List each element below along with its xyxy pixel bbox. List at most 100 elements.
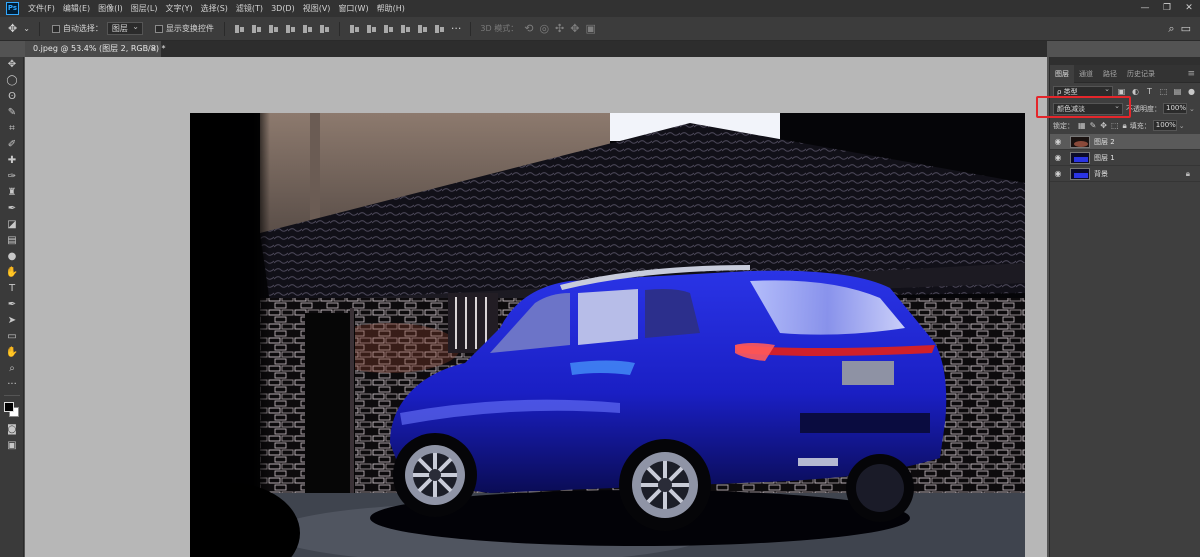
menu-view[interactable]: 视图(V) bbox=[303, 3, 331, 14]
menu-layer[interactable]: 图层(L) bbox=[131, 3, 158, 14]
lock-artboard-icon[interactable]: ⬚ bbox=[1111, 121, 1119, 130]
menu-edit[interactable]: 编辑(E) bbox=[63, 3, 90, 14]
layer-name[interactable]: 图层 2 bbox=[1094, 137, 1115, 147]
healing-brush-tool-icon[interactable]: ✚ bbox=[0, 153, 24, 169]
chevron-down-icon[interactable]: ⌄ bbox=[23, 17, 30, 41]
align-vertical-center-icon[interactable] bbox=[251, 24, 262, 34]
align-right-icon[interactable] bbox=[319, 24, 330, 34]
blur-tool-icon[interactable]: ● bbox=[0, 249, 24, 265]
minimize-button[interactable]: — bbox=[1134, 0, 1156, 17]
visibility-eye-icon[interactable]: ◉ bbox=[1050, 153, 1066, 162]
tools-panel: ✥ ◯ ʘ ✎ ⌗ ✐ ✚ ✑ ♜ ✒ ◪ ▤ ● ✋ T ✒ ➤ ▭ ✋ ⌕ … bbox=[0, 57, 24, 557]
menu-3d[interactable]: 3D(D) bbox=[271, 4, 295, 13]
more-tools-icon[interactable]: ··· bbox=[0, 377, 24, 393]
menu-file[interactable]: 文件(F) bbox=[28, 3, 55, 14]
menu-filter[interactable]: 滤镜(T) bbox=[236, 3, 263, 14]
color-swatches[interactable] bbox=[0, 398, 24, 422]
tab-paths[interactable]: 路径 bbox=[1098, 65, 1122, 83]
layer-row[interactable]: ◉ 图层 2 bbox=[1050, 134, 1200, 150]
layer-row[interactable]: ◉ 图层 1 bbox=[1050, 150, 1200, 166]
menu-window[interactable]: 窗口(W) bbox=[338, 3, 368, 14]
lock-position-icon[interactable]: ✥ bbox=[1100, 121, 1107, 130]
filter-toggle-icon[interactable]: ● bbox=[1186, 86, 1197, 97]
document-image[interactable] bbox=[190, 113, 1025, 557]
type-tool-icon[interactable]: T bbox=[0, 281, 24, 297]
lock-image-icon[interactable]: ✎ bbox=[1090, 121, 1097, 130]
filter-type-icon[interactable]: T bbox=[1144, 86, 1155, 97]
distribute-right-icon[interactable] bbox=[434, 24, 445, 34]
eyedropper-tool-icon[interactable]: ✐ bbox=[0, 137, 24, 153]
zoom-tool-icon[interactable]: ⌕ bbox=[0, 361, 24, 377]
restore-button[interactable]: ❐ bbox=[1156, 0, 1178, 17]
clone-stamp-tool-icon[interactable]: ♜ bbox=[0, 185, 24, 201]
layer-row[interactable]: ◉ 背景 🔒︎ bbox=[1050, 166, 1200, 182]
foreground-color-swatch[interactable] bbox=[4, 402, 14, 412]
distribute-horizontal-center-icon[interactable] bbox=[417, 24, 428, 34]
screen-mode-icon[interactable]: ▣ bbox=[0, 438, 24, 454]
tab-layers[interactable]: 图层 bbox=[1050, 64, 1074, 83]
filter-smart-object-icon[interactable]: ▤ bbox=[1172, 86, 1183, 97]
auto-select-checkbox[interactable] bbox=[51, 24, 60, 33]
panel-menu-icon[interactable]: ≡ bbox=[1187, 69, 1195, 79]
layer-name[interactable]: 图层 1 bbox=[1094, 153, 1115, 163]
lasso-tool-icon[interactable]: ʘ bbox=[0, 89, 24, 105]
tab-channels[interactable]: 通道 bbox=[1074, 65, 1098, 83]
gradient-tool-icon[interactable]: ▤ bbox=[0, 233, 24, 249]
rectangle-tool-icon[interactable]: ▭ bbox=[0, 329, 24, 345]
quick-mask-icon[interactable]: ◙ bbox=[0, 422, 24, 438]
fill-input[interactable]: 100% bbox=[1152, 120, 1177, 131]
visibility-eye-icon[interactable]: ◉ bbox=[1050, 137, 1066, 146]
menu-bar: Ps 文件(F) 编辑(E) 图像(I) 图层(L) 文字(Y) 选择(S) 滤… bbox=[0, 0, 1200, 17]
menu-help[interactable]: 帮助(H) bbox=[377, 3, 405, 14]
path-selection-tool-icon[interactable]: ➤ bbox=[0, 313, 24, 329]
filter-shape-icon[interactable]: ⬚ bbox=[1158, 86, 1169, 97]
distribute-left-icon[interactable] bbox=[400, 24, 411, 34]
distribute-top-icon[interactable] bbox=[349, 24, 360, 34]
workspace-icon[interactable]: ▭ bbox=[1181, 17, 1191, 41]
align-top-icon[interactable] bbox=[234, 24, 245, 34]
opacity-label: 不透明度： bbox=[1126, 104, 1161, 113]
options-right-group: ⌕ ▭ bbox=[1165, 17, 1194, 41]
align-bottom-icon[interactable] bbox=[268, 24, 279, 34]
visibility-eye-icon[interactable]: ◉ bbox=[1050, 169, 1066, 178]
align-horizontal-center-icon[interactable] bbox=[302, 24, 313, 34]
distribute-bottom-icon[interactable] bbox=[383, 24, 394, 34]
quick-selection-tool-icon[interactable]: ✎ bbox=[0, 105, 24, 121]
more-options-icon[interactable]: ··· bbox=[451, 17, 462, 41]
canvas-area[interactable] bbox=[25, 57, 1047, 557]
chevron-down-icon[interactable]: ⌄ bbox=[1179, 122, 1185, 130]
brush-tool-icon[interactable]: ✑ bbox=[0, 169, 24, 185]
filter-pixel-icon[interactable]: ▣ bbox=[1116, 86, 1127, 97]
eraser-tool-icon[interactable]: ◪ bbox=[0, 217, 24, 233]
document-tab-close-icon[interactable]: × bbox=[150, 41, 157, 57]
layer-list: ◉ 图层 2 ◉ 图层 1 ◉ 背景 🔒︎ bbox=[1050, 134, 1200, 182]
layer-filter-dropdown[interactable]: ρ 类型 bbox=[1053, 84, 1113, 98]
lock-transparent-icon[interactable]: ▦ bbox=[1078, 121, 1086, 130]
close-button[interactable]: ✕ bbox=[1178, 0, 1200, 17]
menu-select[interactable]: 选择(S) bbox=[201, 3, 228, 14]
menu-image[interactable]: 图像(I) bbox=[98, 3, 123, 14]
lock-all-icon[interactable]: 🔒︎ bbox=[1123, 121, 1127, 131]
dodge-tool-icon[interactable]: ✋ bbox=[0, 265, 24, 281]
pen-tool-icon[interactable]: ✒ bbox=[0, 297, 24, 313]
tab-history[interactable]: 历史记录 bbox=[1122, 65, 1160, 83]
search-icon[interactable]: ⌕ bbox=[1168, 17, 1174, 41]
auto-select-dropdown[interactable]: 图层 bbox=[106, 21, 143, 35]
show-transform-checkbox[interactable] bbox=[154, 24, 163, 33]
document-tab[interactable]: 0.jpeg @ 53.4% (图层 2, RGB/8) * × bbox=[25, 41, 166, 57]
chevron-down-icon[interactable]: ⌄ bbox=[1189, 105, 1195, 113]
marquee-tool-icon[interactable]: ◯ bbox=[0, 73, 24, 89]
move-tool-preset-icon[interactable]: ✥ bbox=[8, 17, 17, 41]
separator bbox=[38, 21, 40, 36]
distribute-vertical-center-icon[interactable] bbox=[366, 24, 377, 34]
align-left-icon[interactable] bbox=[285, 24, 296, 34]
opacity-input[interactable]: 100% bbox=[1163, 103, 1187, 114]
filter-adjustment-icon[interactable]: ◐ bbox=[1130, 86, 1141, 97]
history-brush-tool-icon[interactable]: ✒ bbox=[0, 201, 24, 217]
crop-tool-icon[interactable]: ⌗ bbox=[0, 121, 24, 137]
move-tool-icon[interactable]: ✥ bbox=[0, 57, 24, 73]
layer-name[interactable]: 背景 bbox=[1094, 169, 1108, 179]
menu-type[interactable]: 文字(Y) bbox=[165, 3, 192, 14]
blend-mode-dropdown[interactable]: 颜色减淡 bbox=[1053, 101, 1123, 115]
hand-tool-icon[interactable]: ✋ bbox=[0, 345, 24, 361]
